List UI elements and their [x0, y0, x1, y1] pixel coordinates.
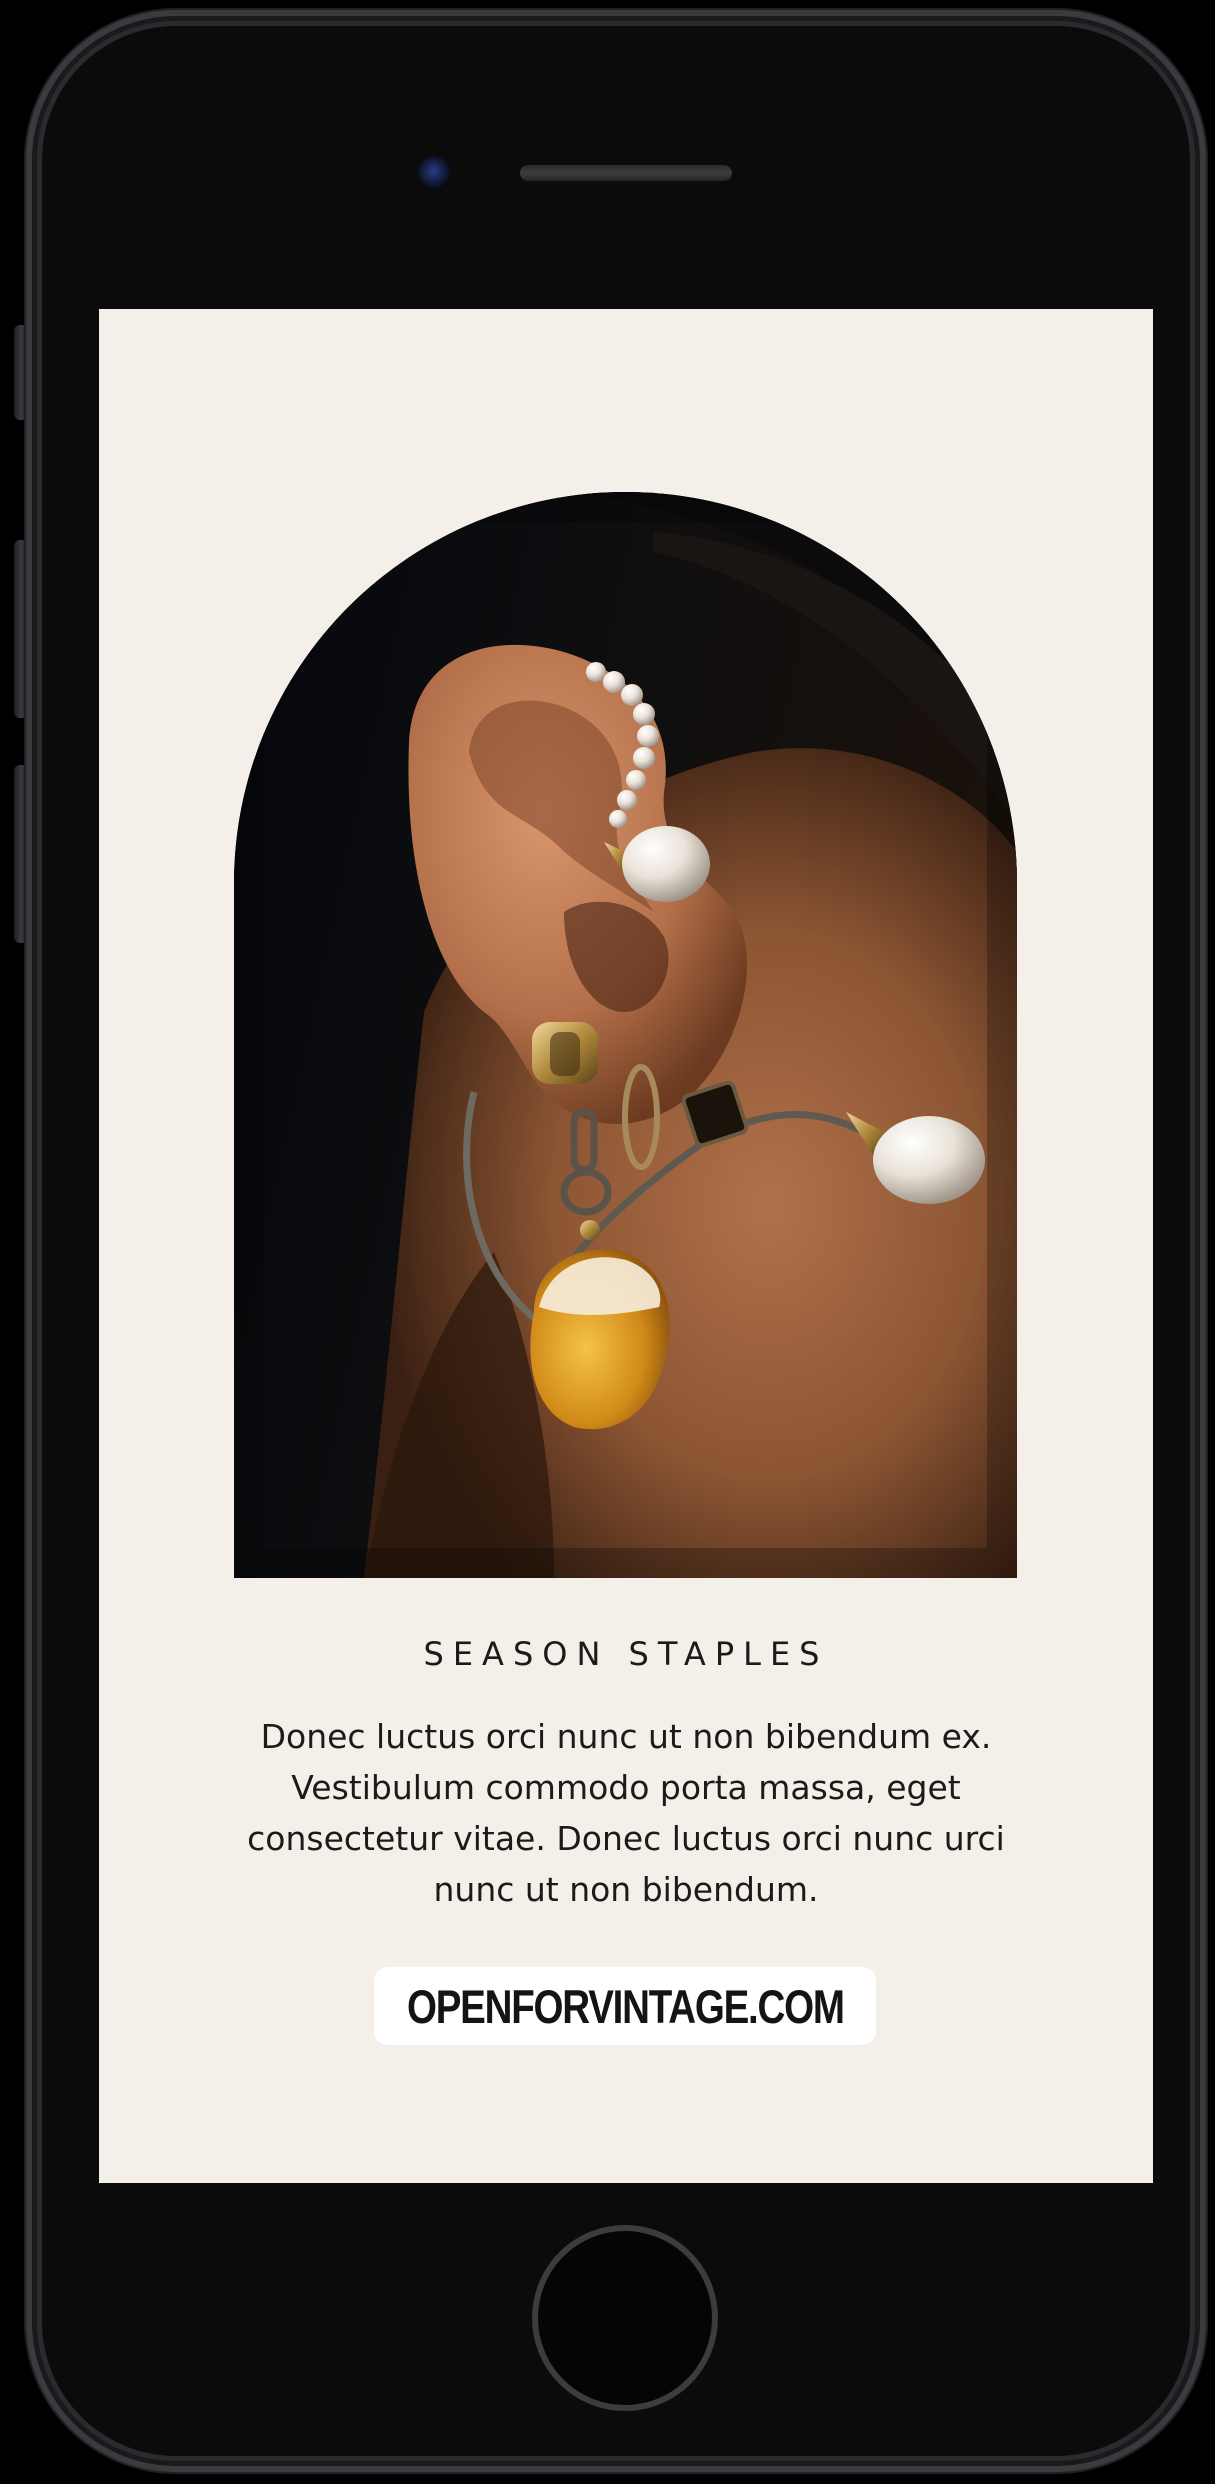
volume-up-button: [14, 540, 26, 718]
hero-image: [234, 492, 1017, 1578]
volume-down-button: [14, 765, 26, 943]
body-paragraph: Donec luctus orci nunc ut non bibendum e…: [247, 1717, 1005, 1909]
earpiece-speaker: [520, 165, 732, 181]
home-button[interactable]: [532, 2225, 718, 2411]
mute-switch: [14, 325, 26, 420]
website-link-label: OPENFORVINTAGE.COM: [406, 1979, 845, 2033]
website-link-button[interactable]: OPENFORVINTAGE.COM: [374, 1967, 876, 2045]
section-headline: SEASON STAPLES: [423, 1635, 829, 1673]
front-camera-icon: [418, 156, 452, 190]
phone-screen: SEASON STAPLES Donec luctus orci nunc ut…: [99, 309, 1153, 2183]
device-mockup: SEASON STAPLES Donec luctus orci nunc ut…: [0, 0, 1215, 2484]
ear-jewelry-photo: [234, 492, 1017, 1578]
